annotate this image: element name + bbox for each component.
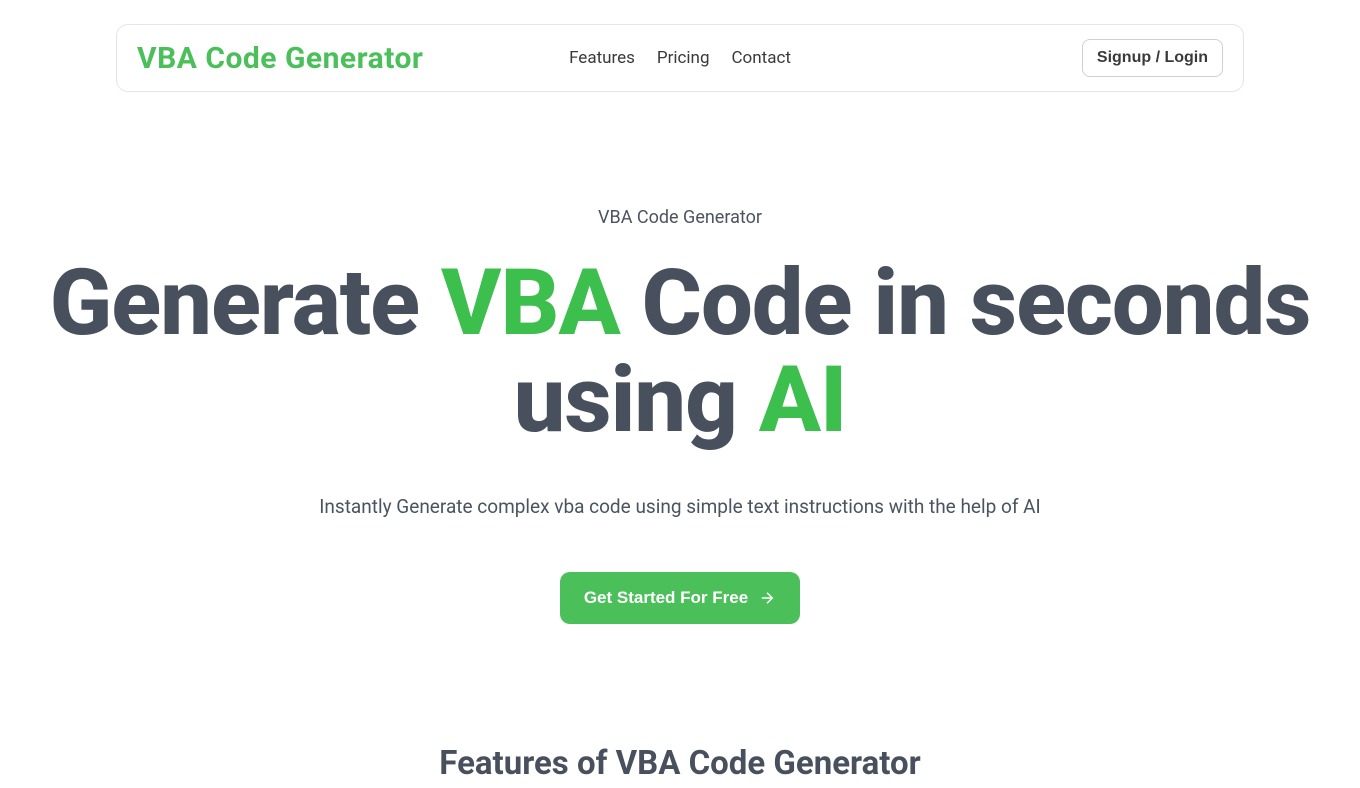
title-part2: Code in seconds using: [514, 250, 1311, 454]
logo[interactable]: VBA Code Generator: [137, 41, 423, 76]
hero-section: VBA Code Generator Generate VBA Code in …: [0, 207, 1360, 624]
header: VBA Code Generator Features Pricing Cont…: [116, 24, 1244, 92]
title-highlight-vba: VBA: [441, 250, 620, 357]
hero-label: VBA Code Generator: [40, 207, 1320, 228]
nav-contact[interactable]: Contact: [731, 48, 790, 68]
nav-center: Features Pricing Contact: [569, 48, 791, 68]
arrow-right-icon: [758, 589, 776, 607]
title-part1: Generate: [50, 250, 441, 357]
get-started-button[interactable]: Get Started For Free: [560, 572, 800, 624]
hero-title: Generate VBA Code in seconds using AI: [40, 256, 1320, 449]
cta-label: Get Started For Free: [584, 588, 748, 608]
title-highlight-ai: AI: [759, 347, 847, 454]
signup-login-button[interactable]: Signup / Login: [1082, 39, 1223, 77]
nav-features[interactable]: Features: [569, 48, 635, 68]
nav-pricing[interactable]: Pricing: [657, 48, 710, 68]
hero-subtitle: Instantly Generate complex vba code usin…: [40, 495, 1320, 518]
